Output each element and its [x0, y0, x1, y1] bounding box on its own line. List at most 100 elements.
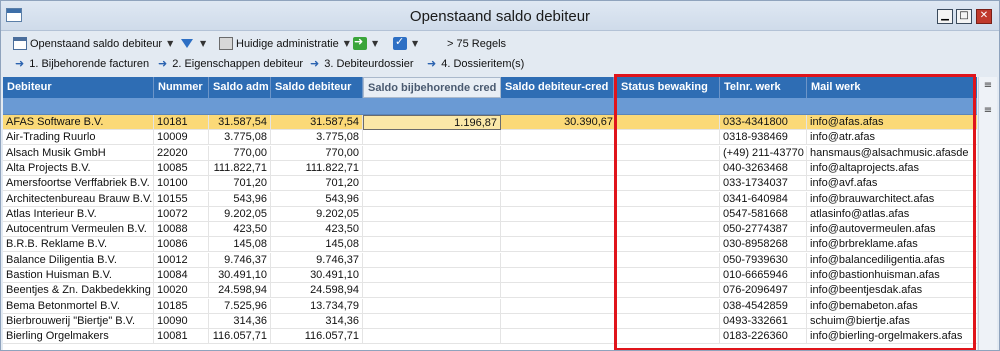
cell-mail[interactable]: info@atr.afas [807, 130, 975, 146]
scroll-menu-icon[interactable]: ≡ [981, 80, 995, 96]
cell-saldo-adm[interactable]: 145,08 [209, 237, 271, 253]
column-header-saldo-debiteur[interactable]: Saldo debiteur [271, 77, 363, 98]
cell-status[interactable] [617, 191, 720, 207]
cell-status[interactable] [617, 298, 720, 314]
cell-saldo-adm[interactable]: 30.491,10 [209, 268, 271, 283]
cell-mail[interactable]: info@afas.afas [807, 115, 975, 130]
cell-status[interactable] [617, 222, 720, 238]
cell-nummer[interactable]: 22020 [154, 145, 209, 161]
cell-status[interactable] [617, 237, 720, 253]
column-header-telnr-werk[interactable]: Telnr. werk [720, 77, 807, 98]
cell-status[interactable] [617, 160, 720, 176]
cell-saldo-debiteur[interactable]: 423,50 [271, 222, 363, 238]
cell-saldo-debiteur[interactable]: 116.057,71 [271, 329, 363, 345]
cell-nummer[interactable]: 10009 [154, 130, 209, 146]
table-row[interactable]: Bastion Huisman B.V. 10084 30.491,10 30.491… [3, 268, 977, 283]
cell-saldo-debiteur[interactable]: 31.587,54 [271, 115, 363, 130]
column-header-debiteur[interactable]: Debiteur [3, 77, 154, 98]
cell-debiteur[interactable]: Bierling Orgelmakers [3, 329, 154, 345]
cell-debiteur[interactable]: Bierbrouwerij "Biertje" B.V. [3, 313, 154, 329]
cell-debiteur[interactable]: Beentjes & Zn. Dakbedekking [3, 283, 154, 299]
cell-saldo-cred[interactable] [363, 222, 501, 238]
scroll-grip-icon[interactable]: ≡ [981, 105, 995, 121]
cell-mail[interactable]: info@altaprojects.afas [807, 160, 975, 176]
table-row[interactable]: Autocentrum Vermeulen B.V. 10088 423,50 423… [3, 222, 977, 238]
cell-saldo-debiteur[interactable]: 24.598,94 [271, 283, 363, 299]
column-header-status-bewaking[interactable]: Status bewaking [617, 77, 720, 98]
cell-saldo-debiteur[interactable]: 13.734,79 [271, 298, 363, 314]
cell-telnr[interactable]: (+49) 211-43770 [720, 145, 807, 161]
cell-status[interactable] [617, 329, 720, 345]
cell-saldo-debiteur[interactable]: 9.746,37 [271, 252, 363, 268]
cell-debiteur[interactable]: Bastion Huisman B.V. [3, 268, 154, 283]
cell-nummer[interactable]: 10181 [154, 115, 209, 130]
cell-status[interactable] [617, 206, 720, 222]
cell-mail[interactable]: info@brbreklame.afas [807, 237, 975, 253]
cell-mail[interactable]: info@beentjesdak.afas [807, 283, 975, 299]
cell-saldo-cred[interactable] [363, 191, 501, 207]
cell-telnr[interactable]: 0547-581668 [720, 206, 807, 222]
cell-debiteur[interactable]: Atlas Interieur B.V. [3, 206, 154, 222]
cell-saldo-deb-cred[interactable] [501, 237, 617, 253]
cell-mail[interactable]: info@balancediligentia.afas [807, 252, 975, 268]
cell-saldo-deb-cred[interactable] [501, 130, 617, 146]
cell-telnr[interactable]: 030-8958268 [720, 237, 807, 253]
cell-status[interactable] [617, 115, 720, 130]
table-row[interactable]: B.R.B. Reklame B.V. 10086 145,08 145,08 030-… [3, 237, 977, 253]
cell-saldo-debiteur[interactable]: 111.822,71 [271, 160, 363, 176]
cell-telnr[interactable]: 0318-938469 [720, 130, 807, 146]
cell-saldo-debiteur[interactable]: 543,96 [271, 191, 363, 207]
minimize-button[interactable]: ▁ [937, 9, 953, 24]
cell-debiteur[interactable]: Bema Betonmortel B.V. [3, 298, 154, 314]
table-row[interactable]: Bema Betonmortel B.V. 10185 7.525,96 13.734… [3, 298, 977, 314]
table-row[interactable]: Atlas Interieur B.V. 10072 9.202,05 9.202,0… [3, 206, 977, 222]
cell-telnr[interactable]: 076-2096497 [720, 283, 807, 299]
cell-debiteur[interactable]: Alsach Musik GmbH [3, 145, 154, 161]
cell-saldo-adm[interactable]: 770,00 [209, 145, 271, 161]
cell-saldo-adm[interactable]: 24.598,94 [209, 283, 271, 299]
cell-saldo-cred[interactable]: 1.196,87 [363, 115, 501, 130]
cell-saldo-deb-cred[interactable] [501, 268, 617, 283]
cell-status[interactable] [617, 268, 720, 283]
cell-mail[interactable]: info@brauwarchitect.afas [807, 191, 975, 207]
table-row[interactable]: Beentjes & Zn. Dakbedekking 10020 24.598,9… [3, 283, 977, 299]
cell-status[interactable] [617, 130, 720, 146]
cell-saldo-deb-cred[interactable] [501, 222, 617, 238]
cell-mail[interactable]: info@avf.afas [807, 176, 975, 192]
cell-mail[interactable]: schuim@biertje.afas [807, 313, 975, 329]
action-debiteurdossier[interactable]: ➜ 3. Debiteurdossier [310, 57, 414, 70]
cell-saldo-cred[interactable] [363, 268, 501, 283]
cell-nummer[interactable]: 10090 [154, 313, 209, 329]
cell-nummer[interactable]: 10100 [154, 176, 209, 192]
cell-mail[interactable]: atlasinfo@atlas.afas [807, 206, 975, 222]
cell-mail[interactable]: hansmaus@alsachmusic.afasde [807, 145, 975, 161]
cell-saldo-cred[interactable] [363, 130, 501, 146]
cell-saldo-adm[interactable]: 543,96 [209, 191, 271, 207]
cell-nummer[interactable]: 10155 [154, 191, 209, 207]
rows-limit-button[interactable]: > 75 Regels [447, 35, 506, 52]
cell-telnr[interactable]: 0183-226360 [720, 329, 807, 345]
cell-saldo-deb-cred[interactable] [501, 283, 617, 299]
cell-status[interactable] [617, 176, 720, 192]
table-row[interactable]: Alsach Musik GmbH 22020 770,00 770,00 (+49) … [3, 145, 977, 161]
export-button[interactable]: ▼ [353, 35, 378, 52]
table-row[interactable]: AFAS Software B.V. 10181 31.587,54 31.587,5… [3, 115, 977, 130]
vertical-scrollbar[interactable]: ≡ ≡ [978, 77, 997, 350]
cell-saldo-adm[interactable]: 9.202,05 [209, 206, 271, 222]
cell-saldo-debiteur[interactable]: 30.491,10 [271, 268, 363, 283]
cell-nummer[interactable]: 10085 [154, 160, 209, 176]
filter-row[interactable] [3, 98, 977, 115]
cell-saldo-cred[interactable] [363, 329, 501, 345]
cell-nummer[interactable]: 10081 [154, 329, 209, 345]
cell-debiteur[interactable]: Air-Trading Ruurlo [3, 130, 154, 146]
table-row[interactable]: Alta Projects B.V. 10085 111.822,71 111.822… [3, 160, 977, 176]
table-row[interactable]: Balance Diligentia B.V. 10012 9.746,37 9.74… [3, 252, 977, 268]
maximize-button[interactable]: □ [956, 9, 972, 24]
cell-saldo-adm[interactable]: 7.525,96 [209, 298, 271, 314]
column-header-nummer[interactable]: Nummer [154, 77, 209, 98]
cell-saldo-debiteur[interactable]: 3.775,08 [271, 130, 363, 146]
cell-saldo-adm[interactable]: 31.587,54 [209, 115, 271, 130]
table-row[interactable]: Architectenbureau Brauw B.V. 10155 543,96 5… [3, 191, 977, 207]
filter-button[interactable]: ▼ [181, 35, 206, 52]
cell-saldo-cred[interactable] [363, 283, 501, 299]
